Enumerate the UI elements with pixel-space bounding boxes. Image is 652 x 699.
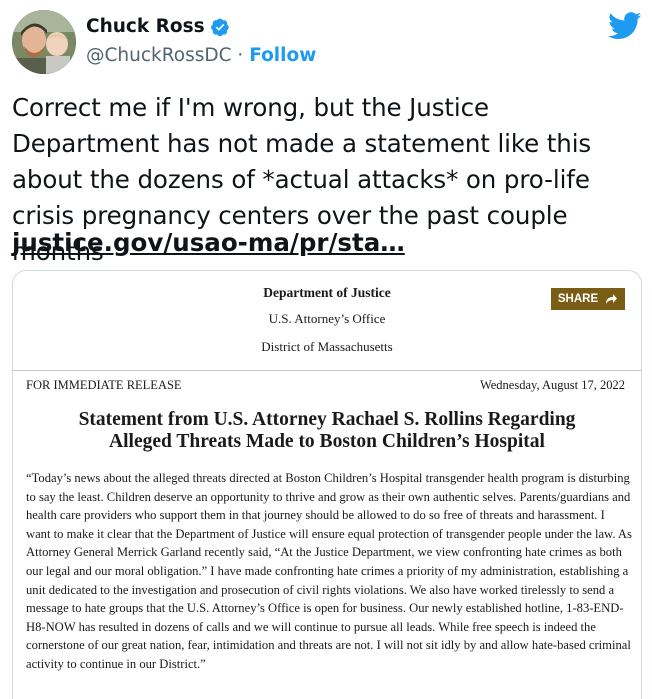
- doj-office: U.S. Attorney’s Office: [268, 311, 386, 326]
- share-button: SHARE: [551, 288, 625, 310]
- tweet-link[interactable]: justice.gov/usao-ma/pr/sta…: [12, 226, 405, 260]
- follow-button[interactable]: Follow: [249, 45, 316, 66]
- verified-badge-icon: [210, 18, 229, 36]
- doj-district: District of Massachusetts: [261, 339, 393, 354]
- doj-title: Department of Justice: [263, 285, 391, 300]
- twitter-bird-icon[interactable]: [608, 12, 642, 40]
- avatar[interactable]: [12, 10, 76, 74]
- press-release-image: Department of Justice U.S. Attorney’s Of…: [13, 271, 641, 699]
- divider: [13, 370, 641, 371]
- author-display-name[interactable]: Chuck Ross: [86, 16, 205, 37]
- author-name-row[interactable]: Chuck Ross: [86, 16, 230, 37]
- share-arrow-icon: [606, 294, 618, 304]
- press-release-headline: Statement from U.S. Attorney Rachael S. …: [13, 409, 641, 453]
- headline-line-2: Alleged Threats Made to Boston Children’…: [109, 431, 545, 452]
- handle-separator: ·: [231, 45, 250, 66]
- headline-line-1: Statement from U.S. Attorney Rachael S. …: [78, 409, 576, 430]
- embedded-image-card[interactable]: Department of Justice U.S. Attorney’s Of…: [12, 270, 642, 699]
- press-release-body: “Today’s news about the alleged threats …: [26, 471, 632, 671]
- avatar-photo: [12, 10, 76, 74]
- release-date: Wednesday, August 17, 2022: [479, 378, 625, 392]
- author-handle[interactable]: @ChuckRossDC: [86, 45, 232, 66]
- release-label: FOR IMMEDIATE RELEASE: [26, 378, 182, 392]
- share-label: SHARE: [557, 293, 599, 305]
- author-handle-row: @ChuckRossDC · Follow: [86, 45, 316, 66]
